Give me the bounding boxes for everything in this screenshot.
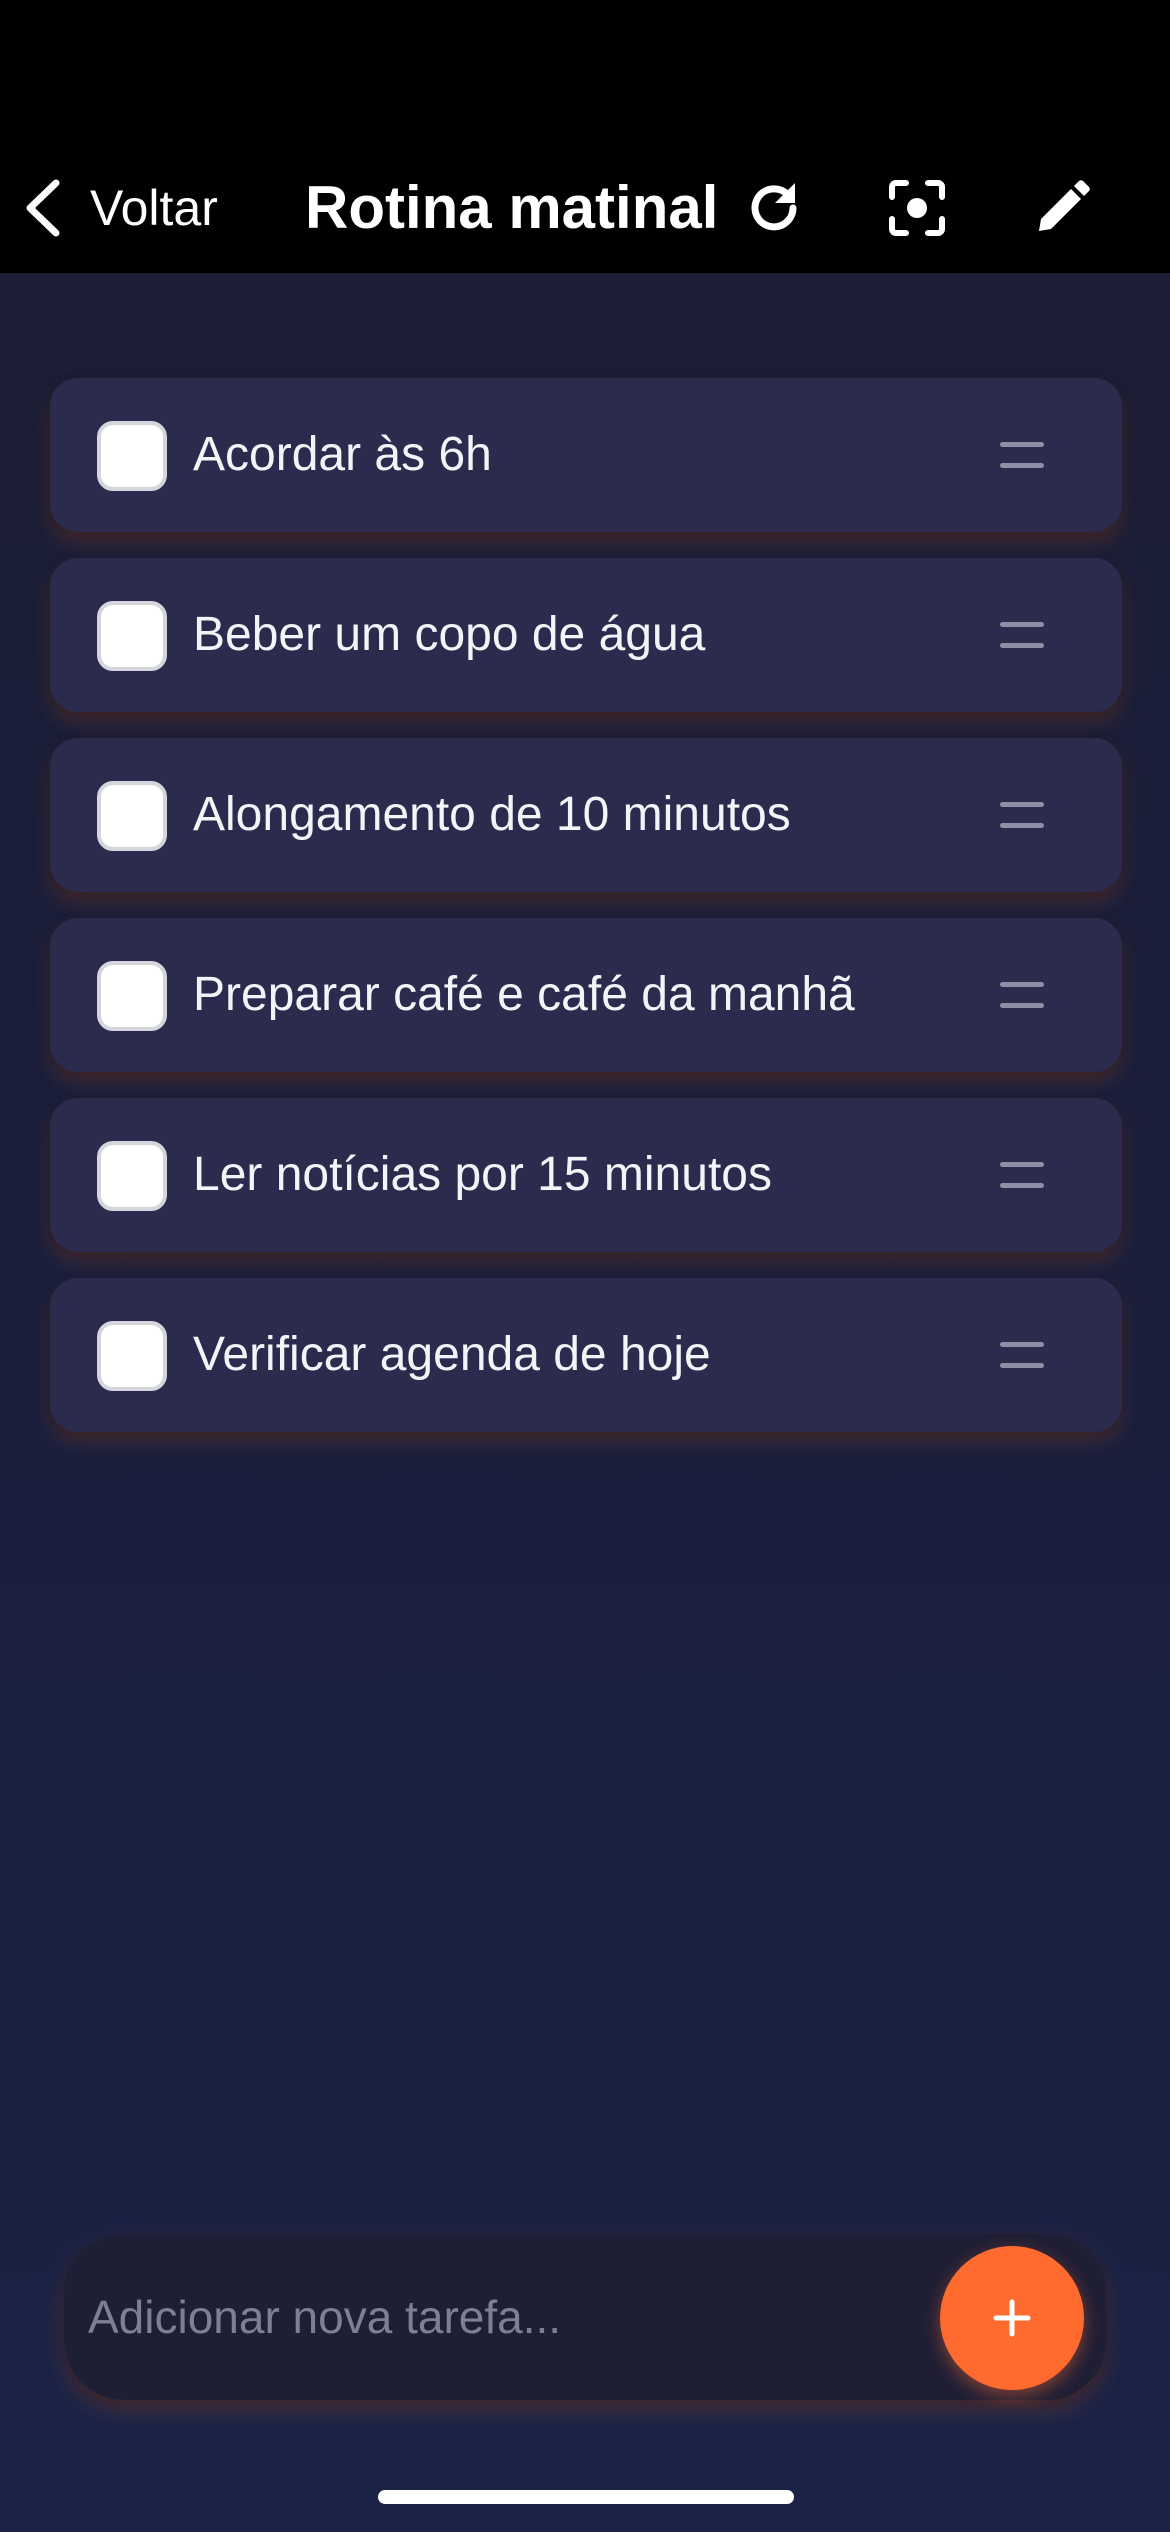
navigation-bar: Voltar Rotina matinal <box>0 140 1170 273</box>
task-checkbox[interactable] <box>97 1141 167 1211</box>
add-task-button[interactable] <box>940 2246 1084 2390</box>
app-screen: Voltar Rotina matinal Acordar às 6h Bebe… <box>0 0 1170 2532</box>
task-item[interactable]: Preparar café e café da manhã <box>50 918 1122 1072</box>
back-label: Voltar <box>90 180 218 236</box>
chevron-left-icon <box>26 179 60 237</box>
task-label: Acordar às 6h <box>193 428 492 481</box>
home-indicator[interactable] <box>378 2490 794 2504</box>
task-item[interactable]: Acordar às 6h <box>50 378 1122 532</box>
new-task-composer <box>64 2234 1106 2400</box>
edit-icon <box>1039 180 1090 231</box>
page-title: Rotina matinal <box>305 174 719 241</box>
drag-handle-icon[interactable] <box>1000 1342 1044 1368</box>
task-item[interactable]: Beber um copo de água <box>50 558 1122 712</box>
task-item[interactable]: Verificar agenda de hoje <box>50 1278 1122 1432</box>
drag-handle-icon[interactable] <box>1000 802 1044 828</box>
new-task-input[interactable] <box>88 2274 938 2360</box>
plus-icon <box>993 2299 1031 2337</box>
task-item[interactable]: Ler notícias por 15 minutos <box>50 1098 1122 1252</box>
back-button[interactable]: Voltar <box>22 173 218 243</box>
edit-button[interactable] <box>1022 168 1102 248</box>
task-checkbox[interactable] <box>97 781 167 851</box>
task-checkbox[interactable] <box>97 421 167 491</box>
task-item[interactable]: Alongamento de 10 minutos <box>50 738 1122 892</box>
status-bar <box>0 0 1170 140</box>
drag-handle-icon[interactable] <box>1000 982 1044 1008</box>
task-label: Alongamento de 10 minutos <box>193 788 791 841</box>
task-label: Ler notícias por 15 minutos <box>193 1148 772 1201</box>
focus-button[interactable] <box>877 168 957 248</box>
task-label: Beber um copo de água <box>193 608 706 661</box>
refresh-button[interactable] <box>734 168 814 248</box>
drag-handle-icon[interactable] <box>1000 622 1044 648</box>
task-checkbox[interactable] <box>97 1321 167 1391</box>
task-label: Verificar agenda de hoje <box>193 1328 711 1381</box>
refresh-icon <box>751 183 797 231</box>
task-list: Acordar às 6h Beber um copo de água Alon… <box>50 378 1122 1458</box>
task-checkbox[interactable] <box>97 961 167 1031</box>
task-label: Preparar café e café da manhã <box>193 968 855 1021</box>
focus-icon <box>889 180 945 236</box>
drag-handle-icon[interactable] <box>1000 1162 1044 1188</box>
task-checkbox[interactable] <box>97 601 167 671</box>
drag-handle-icon[interactable] <box>1000 442 1044 468</box>
